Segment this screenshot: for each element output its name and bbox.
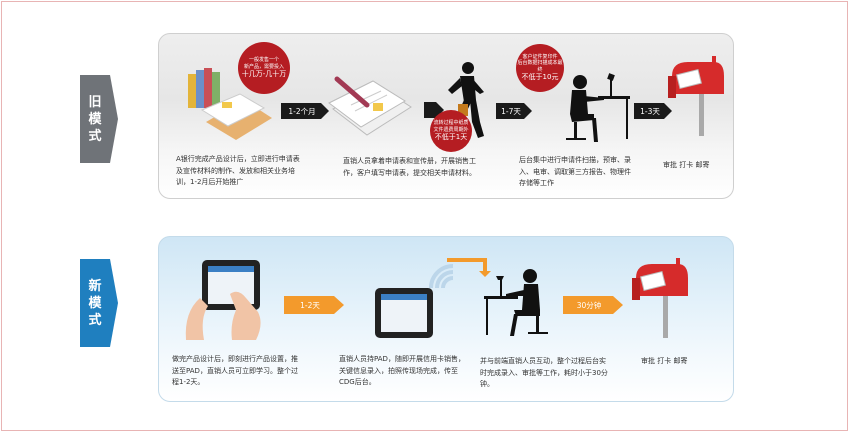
- old-step-description: 审批 打卡 邮寄: [663, 161, 710, 169]
- old-mode-char: 旧: [88, 94, 102, 110]
- new-step-description: 审批 打卡 邮寄: [641, 357, 688, 365]
- old-step-description: A银行完成产品设计后，立即进行申请表及宣传材料的制作、发放和相关业务培训，1-2…: [176, 155, 300, 186]
- new-step-arrow: 30分钟: [563, 296, 623, 318]
- signing-pen-icon: [328, 76, 412, 136]
- cost-badge: 客户证件复印件 后台数据扫描成本最终 不低于10元: [516, 44, 564, 92]
- office-worker-icon: [484, 269, 548, 336]
- new-step-description: 做完产品设计后，即刻进行产品设置，推送至PAD，直销人员可立即学习。整个过程1-…: [172, 355, 298, 386]
- old-step-description: 直销人员拿着申请表和宣传册，开展销售工作，客户填写申请表，提交相关申请材料。: [343, 157, 476, 177]
- badge-value: 不低于1天: [434, 133, 468, 141]
- old-step-description: 后台集中进行申请件扫描，预审、录入、电审、调取第三方报告、物理件存储等工作: [519, 156, 631, 187]
- new-mode-tag: 新 模 式: [80, 259, 118, 347]
- arrow-duration: 1-3天: [640, 106, 660, 116]
- arrow-duration: 1-7天: [501, 106, 521, 116]
- cost-badge: 一般发售一个 新产品，需要投入 十几万-几十万: [238, 42, 290, 94]
- arrow-duration: 1-2天: [300, 300, 320, 310]
- new-mode-char: 模: [88, 295, 102, 311]
- badge-value: 十几万-几十万: [241, 70, 287, 78]
- new-mode-char: 新: [88, 278, 102, 294]
- mailbox-icon: [632, 258, 688, 338]
- tablet-icon: [375, 288, 433, 338]
- new-step-description: 并与前端直销人员互动，整个过程后台实时完成录入、审批等工作，耗时小于30分钟。: [480, 357, 608, 388]
- badge-value: 不低于10元: [521, 73, 559, 82]
- tablet-hands-icon: [185, 260, 261, 340]
- arrow-duration: 1-2个月: [288, 106, 316, 116]
- old-mode-char: 模: [88, 111, 102, 127]
- new-step-arrow: 1-2天: [284, 296, 344, 318]
- new-step-description: 直销人员持PAD，随即开展信用卡销售，关键信息录入，拍照传现场完成，传至CDG后…: [339, 355, 465, 386]
- old-step-arrow: 1-2个月: [281, 103, 329, 123]
- new-mode-label: 新 模 式: [80, 259, 110, 347]
- badge-text: 后台数据扫描成本最终: [517, 60, 563, 73]
- old-mode-char: 式: [88, 128, 102, 144]
- new-mode-char: 式: [88, 312, 102, 328]
- mailbox-icon: [668, 56, 724, 136]
- office-worker-icon: [566, 73, 630, 142]
- old-step-arrow: 1-7天: [496, 103, 532, 123]
- time-badge: 流转过程中纸质 文件遗费周期外 不低于1天: [430, 110, 472, 152]
- arrow-duration: 30分钟: [576, 300, 602, 310]
- old-mode-tag: 旧 模 式: [80, 75, 118, 163]
- old-mode-label: 旧 模 式: [80, 75, 110, 163]
